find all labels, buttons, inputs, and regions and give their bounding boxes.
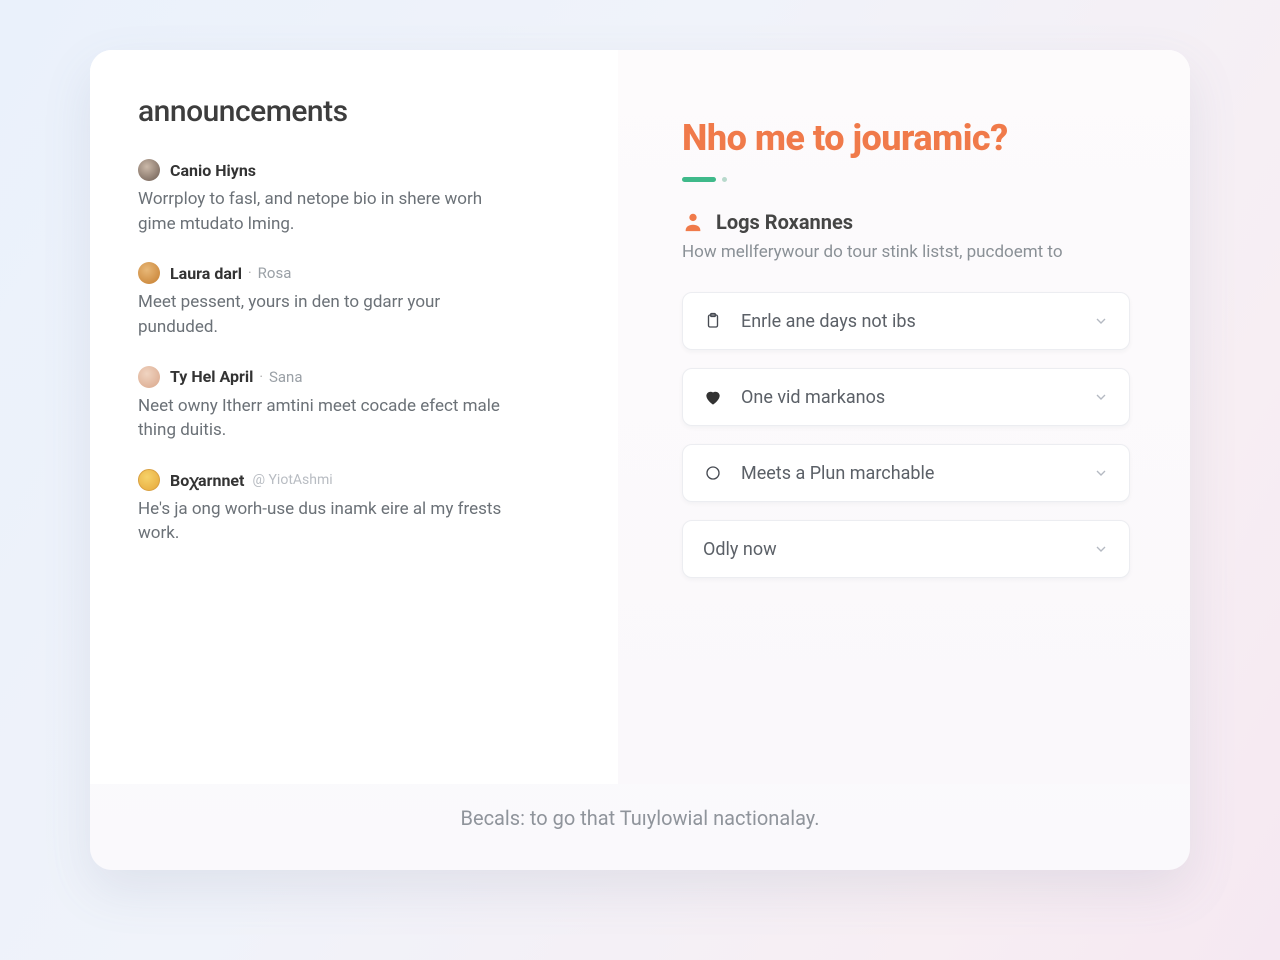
post-author: Laura darl <box>170 264 242 283</box>
post-body: Worrploy to fasl, and netope bio in sher… <box>138 187 518 236</box>
subheader-row: Logs Roxannes <box>682 210 1130 234</box>
post-body: Meet pessent, yours in den to gdarr your… <box>138 290 518 339</box>
sub-text: How mellferywour do tour stink listst, p… <box>682 242 1130 262</box>
post-header: Ty Hel April · Sana <box>138 366 578 388</box>
post-header: Boꭓarnnet @ YiotAshmi <box>138 469 578 491</box>
person-icon <box>682 211 704 233</box>
accent-bar <box>682 177 716 182</box>
avatar <box>138 469 160 491</box>
chevron-down-icon <box>1093 541 1109 557</box>
avatar <box>138 159 160 181</box>
dropdown-enrle[interactable]: Enrle ane days not ibs <box>682 292 1130 350</box>
dropdown-odly[interactable]: Odly now <box>682 520 1130 578</box>
dropdown-one-vid[interactable]: One vid markanos <box>682 368 1130 426</box>
post-header: Canio Hiyns <box>138 159 578 181</box>
headline: Nho me to jouramic? <box>682 118 1130 159</box>
announcements-panel: announcements Canio Hiyns Worrploy to fa… <box>90 50 618 784</box>
announcement-post: Boꭓarnnet @ YiotAshmi He's ja ong worh-u… <box>138 469 578 546</box>
dropdown-label: One vid markanos <box>741 387 1093 408</box>
chevron-down-icon <box>1093 465 1109 481</box>
dropdown-label: Odly now <box>703 539 1093 560</box>
circle-icon <box>703 463 723 483</box>
avatar <box>138 262 160 284</box>
post-author: Canio Hiyns <box>170 161 256 180</box>
chevron-down-icon <box>1093 389 1109 405</box>
announcement-post: Laura darl · Rosa Meet pessent, yours in… <box>138 262 578 339</box>
dropdown-meets[interactable]: Meets a Plun marchable <box>682 444 1130 502</box>
dropdown-label: Enrle ane days not ibs <box>741 311 1093 332</box>
sub-author: Logs Roxannes <box>716 210 853 234</box>
accent-underline <box>682 177 1130 182</box>
announcement-post: Ty Hel April · Sana Neet owny Itherr amt… <box>138 366 578 443</box>
columns: announcements Canio Hiyns Worrploy to fa… <box>90 50 1190 784</box>
accent-dot <box>722 177 727 182</box>
heart-icon <box>703 387 723 407</box>
post-author: Ty Hel April <box>170 367 253 386</box>
chevron-down-icon <box>1093 313 1109 329</box>
footer-text: Becals: to go that Tuıylowial nactionala… <box>90 784 1190 870</box>
avatar <box>138 366 160 388</box>
separator-dot: · <box>248 265 252 281</box>
post-meta: Rosa <box>258 264 292 282</box>
post-author: Boꭓarnnet <box>170 469 244 491</box>
clipboard-icon <box>703 311 723 331</box>
post-handle: @ YiotAshmi <box>252 472 332 488</box>
post-body: He's ja ong worh-use dus inamk eire al m… <box>138 497 518 546</box>
dropdown-label: Meets a Plun marchable <box>741 463 1093 484</box>
main-card: announcements Canio Hiyns Worrploy to fa… <box>90 50 1190 870</box>
announcements-title: announcements <box>138 94 578 129</box>
separator-dot: · <box>259 369 263 385</box>
announcement-post: Canio Hiyns Worrploy to fasl, and netope… <box>138 159 578 236</box>
post-header: Laura darl · Rosa <box>138 262 578 284</box>
post-meta: Sana <box>269 368 303 386</box>
detail-panel: Nho me to jouramic? Logs Roxannes How me… <box>618 50 1190 784</box>
post-body: Neet owny Itherr amtini meet cocade efec… <box>138 394 518 443</box>
